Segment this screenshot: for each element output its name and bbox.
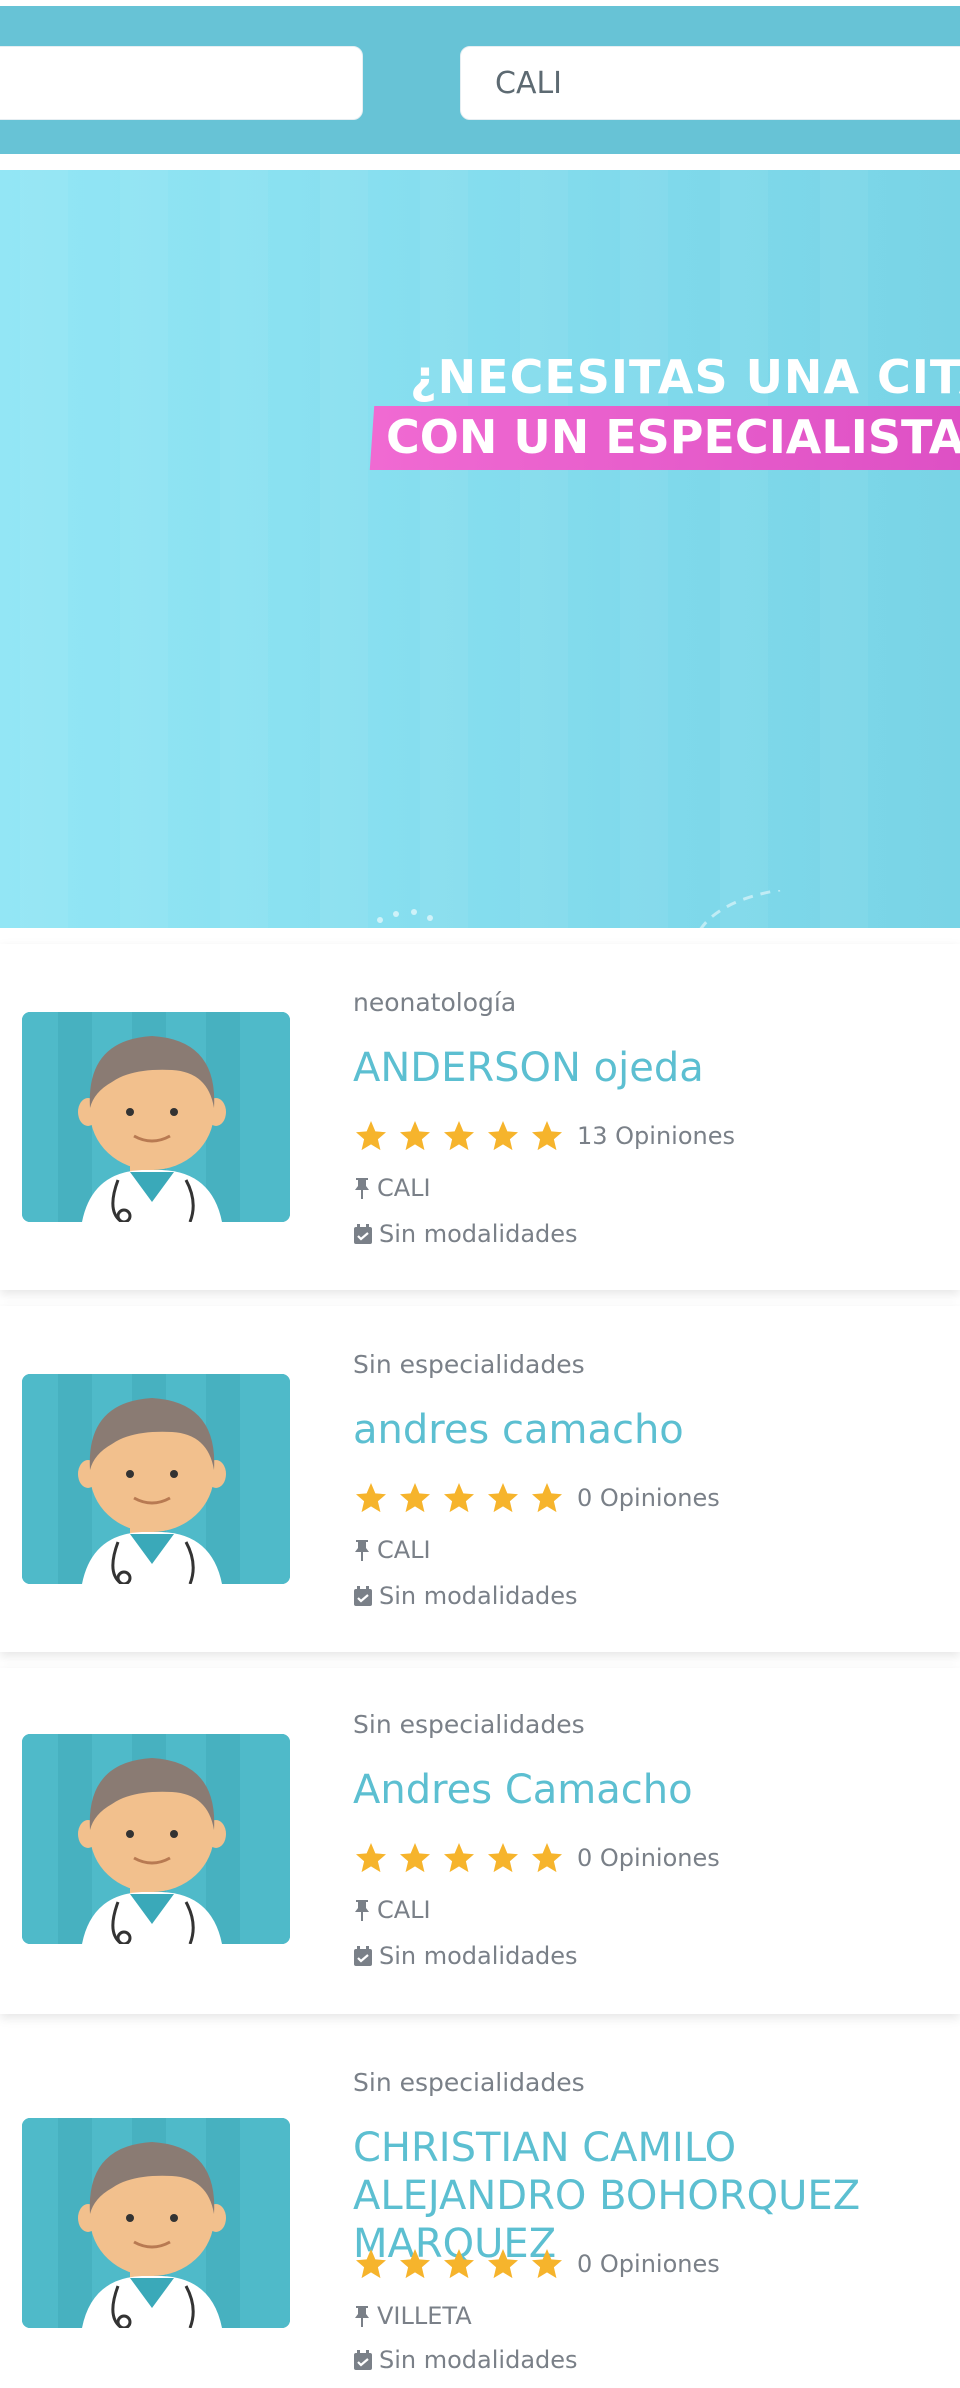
star-icon [400,1121,430,1151]
star-icon [444,1483,474,1513]
rating-stars: 0 Opiniones [353,2246,720,2282]
rating-stars: 13 Opiniones [353,1118,735,1154]
doctor-modality-text: Sin modalidades [379,1942,578,1970]
doctor-specialty: Sin especialidades [353,2068,585,2097]
doctor-specialty: neonatología [353,988,517,1017]
decorative-dots-icon [377,890,781,928]
star-icon [488,2249,518,2279]
doctor-avatar-icon [22,2118,290,2328]
pin-icon [355,1900,369,1921]
reviews-count[interactable]: 0 Opiniones [577,1844,720,1872]
pin-icon [355,1540,369,1561]
specialty-search-field[interactable] [0,46,363,120]
doctor-modality-text: Sin modalidades [379,1582,578,1610]
reviews-count[interactable]: 0 Opiniones [577,2250,720,2278]
pin-icon [355,2306,369,2327]
star-icon [488,1483,518,1513]
doctor-name-link[interactable]: ANDERSON ojeda [353,1044,953,1092]
city-search-field[interactable] [460,46,960,120]
star-icon [488,1843,518,1873]
calendar-check-icon [354,2350,372,2370]
banner-headline-line2: CON UN ESPECIALISTA? [386,410,960,464]
star-icon [532,1121,562,1151]
star-icon [532,1843,562,1873]
doctor-avatar[interactable] [22,1012,290,1222]
doctor-city: VILLETA [377,2302,472,2330]
banner-stripes [0,170,960,928]
doctor-modality-text: Sin modalidades [379,2346,578,2374]
star-icon [444,2249,474,2279]
doctor-card[interactable]: Sin especialidades CHRISTIAN CAMILO ALEJ… [0,2028,960,2388]
doctor-avatar-icon [22,1734,290,1944]
doctor-location: VILLETA [353,2302,472,2330]
doctor-location: CALI [353,1896,431,1924]
calendar-check-icon [354,1586,372,1606]
star-icon [356,2249,386,2279]
calendar-check-icon [354,1946,372,1966]
doctor-avatar[interactable] [22,1734,290,1944]
pin-icon [355,1178,369,1199]
doctor-location: CALI [353,1174,431,1202]
doctor-location: CALI [353,1536,431,1564]
doctor-modality: Sin modalidades [353,2346,578,2374]
doctor-modality: Sin modalidades [353,1942,578,1970]
star-icon [532,1483,562,1513]
doctor-modality: Sin modalidades [353,1582,578,1610]
doctor-city: CALI [377,1174,431,1202]
doctor-modality-text: Sin modalidades [379,1220,578,1248]
doctor-card[interactable]: Sin especialidades Andres Camacho 0 Opin… [0,1668,960,2014]
doctor-city: CALI [377,1536,431,1564]
star-icon [356,1843,386,1873]
doctor-avatar-icon [22,1012,290,1222]
doctor-avatar-icon [22,1374,290,1584]
doctor-card[interactable]: Sin especialidades andres camacho 0 Opin… [0,1306,960,1652]
reviews-count[interactable]: 13 Opiniones [577,1122,735,1150]
city-search-input[interactable] [493,64,960,102]
star-icon [400,1483,430,1513]
star-icon [356,1121,386,1151]
doctor-specialty: Sin especialidades [353,1710,585,1739]
promo-banner[interactable]: ¿NECESITAS UNA CITA CON UN ESPECIALISTA? [0,170,960,928]
star-icon [444,1843,474,1873]
calendar-check-icon [354,1224,372,1244]
star-icon [488,1121,518,1151]
rating-stars: 0 Opiniones [353,1840,720,1876]
doctor-name-link[interactable]: andres camacho [353,1406,953,1454]
reviews-count[interactable]: 0 Opiniones [577,1484,720,1512]
doctor-avatar[interactable] [22,2118,290,2328]
star-icon [356,1483,386,1513]
search-bar [0,0,960,160]
star-icon [400,1843,430,1873]
doctor-city: CALI [377,1896,431,1924]
doctor-card[interactable]: neonatología ANDERSON ojeda 13 Opiniones… [0,944,960,1290]
divider [0,154,960,160]
star-icon [532,2249,562,2279]
specialty-search-input[interactable] [0,64,362,102]
rating-stars: 0 Opiniones [353,1480,720,1516]
star-icon [444,1121,474,1151]
banner-headline-line1: ¿NECESITAS UNA CITA [410,350,960,404]
star-icon [400,2249,430,2279]
doctor-avatar[interactable] [22,1374,290,1584]
divider [0,0,960,6]
doctor-name-link[interactable]: Andres Camacho [353,1766,953,1814]
doctor-modality: Sin modalidades [353,1220,578,1248]
doctor-specialty: Sin especialidades [353,1350,585,1379]
